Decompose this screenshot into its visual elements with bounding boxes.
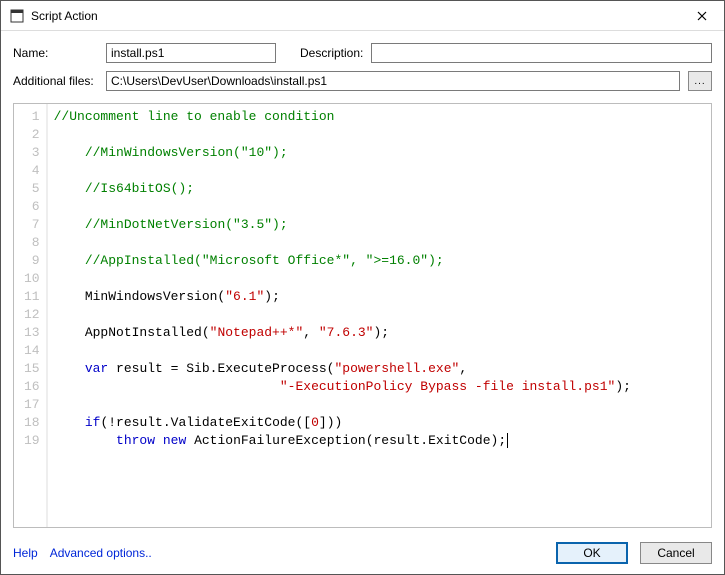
line-number: 10 <box>24 270 40 288</box>
line-number: 14 <box>24 342 40 360</box>
line-number: 3 <box>24 144 40 162</box>
code-line[interactable] <box>54 126 705 144</box>
window-title: Script Action <box>31 9 679 23</box>
line-number: 19 <box>24 432 40 450</box>
code-line[interactable]: AppNotInstalled("Notepad++*", "7.6.3"); <box>54 324 705 342</box>
ok-button[interactable]: OK <box>556 542 628 564</box>
code-line[interactable] <box>54 270 705 288</box>
line-number: 13 <box>24 324 40 342</box>
line-number-gutter: 12345678910111213141516171819 <box>14 104 48 527</box>
code-line[interactable]: //Uncomment line to enable condition <box>54 108 705 126</box>
line-number: 18 <box>24 414 40 432</box>
row-name-desc: Name: Description: <box>13 43 712 63</box>
line-number: 15 <box>24 360 40 378</box>
close-icon <box>697 11 707 21</box>
code-line[interactable]: MinWindowsVersion("6.1"); <box>54 288 705 306</box>
cancel-button[interactable]: Cancel <box>640 542 712 564</box>
code-line[interactable] <box>54 198 705 216</box>
code-line[interactable] <box>54 306 705 324</box>
titlebar[interactable]: Script Action <box>1 1 724 31</box>
description-label: Description: <box>300 46 363 60</box>
line-number: 16 <box>24 378 40 396</box>
code-line[interactable]: "-ExecutionPolicy Bypass -file install.p… <box>54 378 705 396</box>
line-number: 6 <box>24 198 40 216</box>
line-number: 9 <box>24 252 40 270</box>
code-editor[interactable]: 12345678910111213141516171819 //Uncommen… <box>13 103 712 528</box>
line-number: 11 <box>24 288 40 306</box>
additional-files-input[interactable] <box>106 71 680 91</box>
line-number: 1 <box>24 108 40 126</box>
line-number: 2 <box>24 126 40 144</box>
code-line[interactable]: //AppInstalled("Microsoft Office*", ">=1… <box>54 252 705 270</box>
help-link[interactable]: Help <box>13 546 38 560</box>
additional-files-label: Additional files: <box>13 74 98 88</box>
line-number: 17 <box>24 396 40 414</box>
code-line[interactable] <box>54 342 705 360</box>
code-line[interactable] <box>54 396 705 414</box>
script-icon <box>9 8 25 24</box>
ellipsis-icon: ... <box>694 76 705 87</box>
dialog-footer: Help Advanced options.. OK Cancel <box>1 536 724 574</box>
name-input[interactable] <box>106 43 276 63</box>
advanced-options-link[interactable]: Advanced options.. <box>50 546 152 560</box>
description-input[interactable] <box>371 43 712 63</box>
line-number: 8 <box>24 234 40 252</box>
code-line[interactable] <box>54 162 705 180</box>
code-line[interactable]: //MinDotNetVersion("3.5"); <box>54 216 705 234</box>
code-line[interactable]: throw new ActionFailureException(result.… <box>54 432 705 450</box>
code-line[interactable]: if(!result.ValidateExitCode([0])) <box>54 414 705 432</box>
code-line[interactable]: var result = Sib.ExecuteProcess("powersh… <box>54 360 705 378</box>
dialog-body: Name: Description: Additional files: ...… <box>1 31 724 536</box>
code-line[interactable]: //MinWindowsVersion("10"); <box>54 144 705 162</box>
name-label: Name: <box>13 46 98 60</box>
line-number: 4 <box>24 162 40 180</box>
line-number: 5 <box>24 180 40 198</box>
browse-button[interactable]: ... <box>688 71 712 91</box>
close-button[interactable] <box>679 1 724 31</box>
code-area[interactable]: //Uncomment line to enable condition //M… <box>48 104 711 527</box>
row-additional-files: Additional files: ... <box>13 71 712 91</box>
line-number: 7 <box>24 216 40 234</box>
code-line[interactable] <box>54 234 705 252</box>
line-number: 12 <box>24 306 40 324</box>
script-action-dialog: Script Action Name: Description: Additio… <box>0 0 725 575</box>
code-line[interactable]: //Is64bitOS(); <box>54 180 705 198</box>
